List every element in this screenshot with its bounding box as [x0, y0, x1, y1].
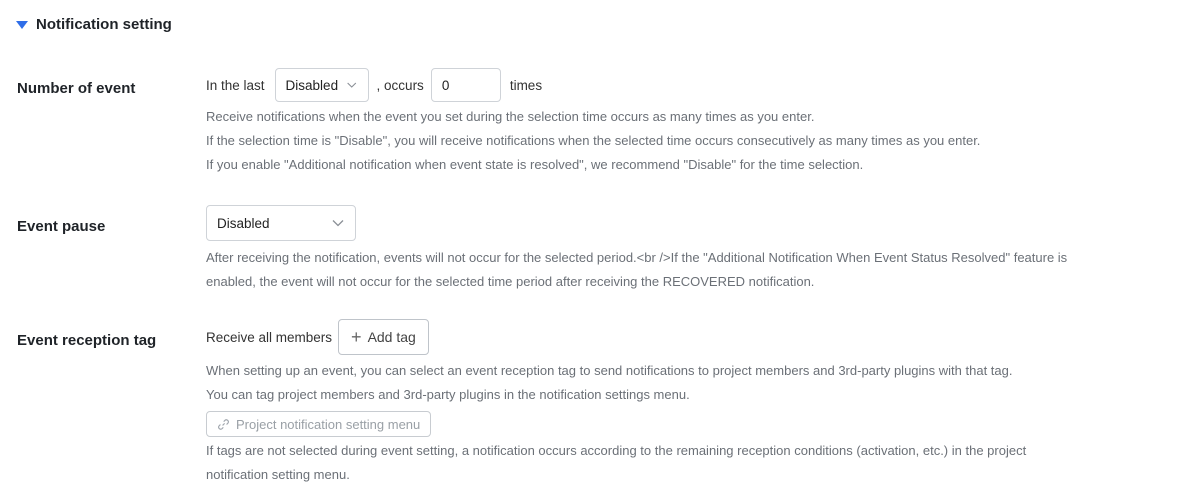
event-reception-tag-help-2: If tags are not selected during event se…	[206, 439, 1160, 487]
receive-all-members-text: Receive all members	[206, 329, 333, 345]
in-the-last-text: In the last	[206, 77, 265, 93]
event-pause-select[interactable]: Disabled	[206, 205, 356, 241]
period-select-value: Disabled	[285, 77, 339, 93]
plus-icon: +	[351, 327, 362, 347]
triangle-down-icon	[16, 20, 28, 29]
help-line: When setting up an event, you can select…	[206, 363, 1013, 378]
help-line: If tags are not selected during event se…	[206, 443, 1027, 458]
add-tag-label: Add tag	[367, 329, 416, 345]
add-tag-button[interactable]: + Add tag	[338, 319, 429, 355]
section-toggle[interactable]: Notification setting	[16, 12, 172, 36]
event-reception-tag-label: Event reception tag	[17, 332, 157, 349]
count-input[interactable]	[430, 68, 501, 102]
project-notification-setting-label: Project notification setting menu	[236, 416, 421, 432]
help-line: If you enable "Additional notification w…	[206, 157, 864, 172]
event-reception-tag-help: When setting up an event, you can select…	[206, 359, 1160, 407]
event-pause-label: Event pause	[17, 218, 106, 235]
help-line: Receive notifications when the event you…	[206, 109, 815, 124]
number-of-event-label: Number of event	[17, 80, 136, 97]
help-line: notification setting menu.	[206, 467, 350, 482]
project-notification-setting-link-button[interactable]: Project notification setting menu	[206, 411, 432, 437]
period-select[interactable]: Disabled	[274, 68, 369, 102]
event-pause-content: Disabled After receiving the notificatio…	[206, 205, 1160, 294]
occurs-text: , occurs	[376, 77, 424, 93]
link-icon	[218, 418, 229, 430]
chevron-down-icon	[332, 220, 344, 227]
section-title: Notification setting	[36, 15, 172, 33]
number-of-event-content: In the last Disabled , occurs times Rece…	[206, 67, 1160, 177]
chevron-down-icon	[347, 82, 357, 88]
help-line: If the selection time is "Disable", you …	[206, 133, 981, 148]
help-line: You can tag project members and 3rd-part…	[206, 387, 690, 402]
number-of-event-help: Receive notifications when the event you…	[206, 105, 1160, 177]
event-pause-select-value: Disabled	[217, 215, 270, 231]
times-text: times	[509, 77, 543, 93]
event-reception-tag-content: Receive all members + Add tag When setti…	[206, 318, 1160, 487]
help-line: After receiving the notification, events…	[206, 250, 1068, 265]
event-pause-help: After receiving the notification, events…	[206, 246, 1160, 294]
help-line: enabled, the event will not occur for th…	[206, 274, 815, 289]
